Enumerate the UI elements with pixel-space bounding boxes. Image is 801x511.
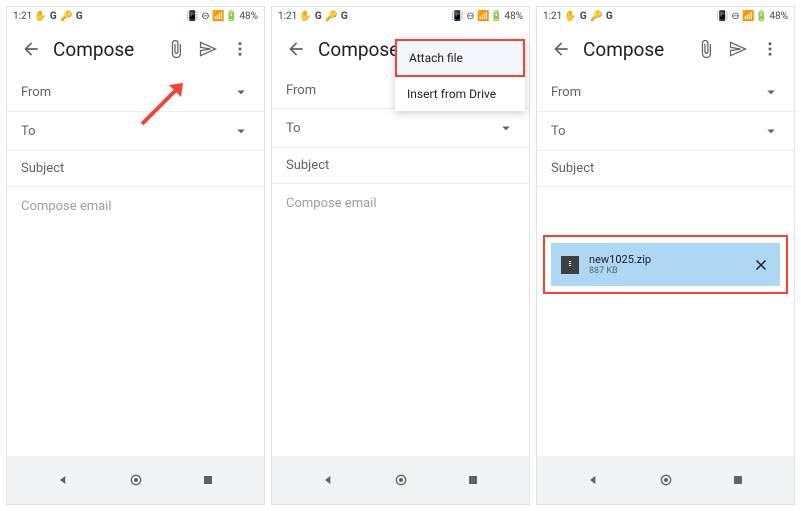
subject-field[interactable]: Subject	[537, 151, 794, 187]
screen-compose-attached: 1:21 ✋ G 🔑 G 📳 ⊖ 📶 🔋 48% Compose From	[536, 6, 795, 505]
page-title: Compose	[53, 38, 160, 61]
status-time: 1:21	[13, 11, 32, 22]
remove-attachment-button[interactable]	[752, 256, 770, 274]
chevron-down-icon	[497, 119, 515, 137]
back-button[interactable]	[545, 33, 577, 65]
overflow-button[interactable]	[224, 33, 256, 65]
subject-label: Subject	[286, 158, 515, 173]
nav-back-icon[interactable]	[321, 472, 337, 488]
body-input[interactable]: Compose email	[7, 187, 264, 456]
chevron-down-icon	[232, 122, 250, 140]
nav-bar	[7, 456, 264, 504]
hand-icon: ✋	[565, 11, 575, 21]
from-field[interactable]: From	[7, 73, 264, 112]
toolbar: Compose	[7, 25, 264, 73]
chevron-down-icon	[762, 122, 780, 140]
vibrate-icon: 📳	[717, 11, 727, 21]
nav-bar	[537, 456, 794, 504]
body-input[interactable]: Compose email	[272, 184, 529, 456]
battery-icon: 🔋	[491, 11, 501, 21]
attachment-filesize: 887 KB	[589, 266, 742, 276]
attachment-filename: new1025.zip	[589, 253, 742, 266]
nav-back-icon[interactable]	[586, 472, 602, 488]
vibrate-icon: 📳	[452, 11, 462, 21]
subject-label: Subject	[551, 161, 780, 176]
from-field[interactable]: From	[537, 73, 794, 112]
chevron-down-icon	[762, 83, 780, 101]
body-area[interactable]: new1025.zip 887 KB	[537, 187, 794, 456]
battery-icon: 🔋	[226, 11, 236, 21]
subject-field[interactable]: Subject	[272, 148, 529, 184]
nav-recent-icon[interactable]	[730, 472, 746, 488]
dnd-icon: ⊖	[200, 11, 210, 21]
battery-percent: 48%	[504, 11, 523, 22]
overflow-button[interactable]	[754, 33, 786, 65]
attachment-chip[interactable]: new1025.zip 887 KB	[551, 243, 780, 286]
dnd-icon: ⊖	[465, 11, 475, 21]
subject-field[interactable]: Subject	[7, 151, 264, 187]
nav-home-icon[interactable]	[658, 472, 674, 488]
status-bar: 1:21 ✋ G 🔑 G 📳 ⊖ 📶 🔋 48%	[7, 7, 264, 25]
to-field[interactable]: To	[7, 112, 264, 151]
from-label: From	[21, 85, 232, 100]
hand-icon: ✋	[300, 11, 310, 21]
google-icon: G	[339, 11, 349, 21]
nav-recent-icon[interactable]	[465, 472, 481, 488]
attachment-highlight: new1025.zip 887 KB	[543, 235, 788, 294]
nav-bar	[272, 456, 529, 504]
menu-item-insert-drive[interactable]: Insert from Drive	[395, 77, 525, 111]
status-bar: 1:21 ✋ G 🔑 G 📳 ⊖ 📶 🔋 48%	[537, 7, 794, 25]
google-icon: G	[313, 11, 323, 21]
google-icon: G	[48, 11, 58, 21]
attach-button[interactable]	[690, 33, 722, 65]
wifi-icon: 📶	[743, 11, 753, 21]
hand-icon: ✋	[35, 11, 45, 21]
key-icon: 🔑	[591, 11, 601, 21]
menu-item-attach-file[interactable]: Attach file	[395, 39, 525, 77]
nav-back-icon[interactable]	[56, 472, 72, 488]
send-button[interactable]	[192, 33, 224, 65]
chevron-down-icon	[232, 83, 250, 101]
attach-popup: Attach file Insert from Drive	[395, 39, 525, 111]
battery-percent: 48%	[769, 11, 788, 22]
status-bar: 1:21 ✋ G 🔑 G 📳 ⊖ 📶 🔋 48%	[272, 7, 529, 25]
subject-label: Subject	[21, 161, 250, 176]
key-icon: 🔑	[326, 11, 336, 21]
back-button[interactable]	[280, 33, 312, 65]
vibrate-icon: 📳	[187, 11, 197, 21]
wifi-icon: 📶	[478, 11, 488, 21]
to-field[interactable]: To	[537, 112, 794, 151]
send-button[interactable]	[722, 33, 754, 65]
back-button[interactable]	[15, 33, 47, 65]
nav-home-icon[interactable]	[393, 472, 409, 488]
google-icon: G	[578, 11, 588, 21]
attach-button[interactable]	[160, 33, 192, 65]
google-icon: G	[74, 11, 84, 21]
screen-compose-popup: 1:21 ✋ G 🔑 G 📳 ⊖ 📶 🔋 48% Compose Attach …	[271, 6, 530, 505]
nav-recent-icon[interactable]	[200, 472, 216, 488]
battery-percent: 48%	[239, 11, 258, 22]
to-field[interactable]: To	[272, 109, 529, 148]
screen-compose-initial: 1:21 ✋ G 🔑 G 📳 ⊖ 📶 🔋 48% Compose	[6, 6, 265, 505]
nav-home-icon[interactable]	[128, 472, 144, 488]
status-time: 1:21	[278, 11, 297, 22]
wifi-icon: 📶	[213, 11, 223, 21]
to-label: To	[286, 121, 497, 136]
battery-icon: 🔋	[756, 11, 766, 21]
google-icon: G	[604, 11, 614, 21]
zip-file-icon	[561, 256, 579, 274]
dnd-icon: ⊖	[730, 11, 740, 21]
toolbar: Compose	[537, 25, 794, 73]
to-label: To	[21, 124, 232, 139]
to-label: To	[551, 124, 762, 139]
page-title: Compose	[583, 38, 690, 61]
from-label: From	[551, 85, 762, 100]
key-icon: 🔑	[61, 11, 71, 21]
status-time: 1:21	[543, 11, 562, 22]
